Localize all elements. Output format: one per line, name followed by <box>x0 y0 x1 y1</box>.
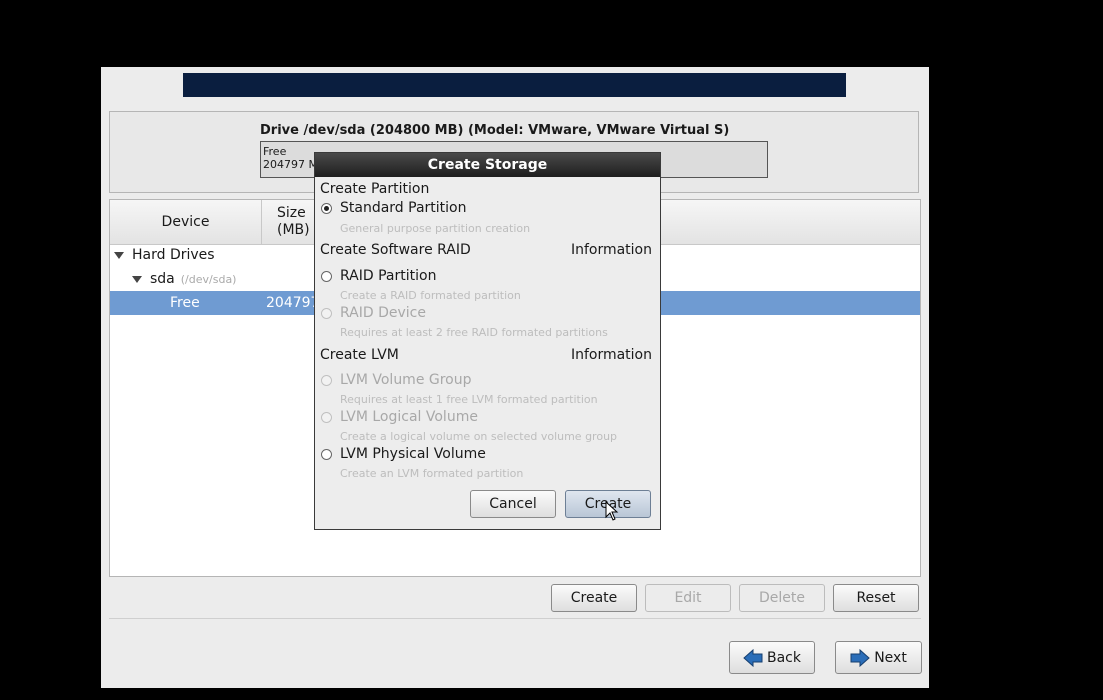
raid-information-label: Information <box>570 242 652 258</box>
tree-row-label: Free <box>170 295 200 311</box>
lvm-volume-group-desc: Requires at least 1 free LVM formated pa… <box>340 393 598 406</box>
lvm-information-label: Information <box>570 347 652 363</box>
radio-unchecked-icon[interactable] <box>321 448 332 460</box>
radio-raid-device[interactable]: RAID Device <box>321 305 426 321</box>
raid-partition-desc: Create a RAID formated partition <box>340 289 521 302</box>
radio-unchecked-icon[interactable] <box>321 270 332 282</box>
radio-lvm-physical-volume[interactable]: LVM Physical Volume <box>321 446 486 462</box>
lvm-logical-volume-desc: Create a logical volume on selected volu… <box>340 430 618 443</box>
section-create-partition: Create Partition <box>320 181 430 197</box>
mouse-pointer-icon <box>605 501 619 521</box>
radio-unchecked-icon[interactable] <box>321 374 332 386</box>
create-storage-dialog: Create Storage Create Partition Standard… <box>314 152 661 530</box>
radio-standard-partition[interactable]: Standard Partition <box>321 200 467 216</box>
radio-lvm-volume-group[interactable]: LVM Volume Group <box>321 372 472 388</box>
standard-partition-desc: General purpose partition creation <box>340 222 531 235</box>
radio-checked-icon[interactable] <box>321 202 332 214</box>
column-header-device[interactable]: Device <box>110 200 262 244</box>
drive-title: Drive /dev/sda (204800 MB) (Model: VMwar… <box>260 123 730 138</box>
create-button[interactable]: Create <box>551 584 637 612</box>
tree-row-label: Hard Drives <box>132 247 215 263</box>
radio-unchecked-icon[interactable] <box>321 307 332 319</box>
arrow-left-icon <box>743 648 763 667</box>
back-button[interactable]: Back <box>729 641 815 674</box>
expander-down-icon[interactable] <box>132 275 142 283</box>
raid-device-desc: Requires at least 2 free RAID formated p… <box>340 326 608 339</box>
header-banner <box>183 73 846 97</box>
next-button[interactable]: Next <box>835 641 922 674</box>
radio-lvm-logical-volume[interactable]: LVM Logical Volume <box>321 409 478 425</box>
tree-row-path: (/dev/sda) <box>180 272 237 286</box>
back-label: Back <box>767 649 801 666</box>
dialog-title: Create Storage <box>315 153 660 177</box>
reset-button[interactable]: Reset <box>833 584 919 612</box>
arrow-right-icon <box>850 648 870 667</box>
section-create-software-raid: Create Software RAID <box>320 242 471 258</box>
radio-unchecked-icon[interactable] <box>321 411 332 423</box>
lvm-physical-volume-desc: Create an LVM formated partition <box>340 467 524 480</box>
dialog-cancel-button[interactable]: Cancel <box>470 490 556 518</box>
expander-down-icon[interactable] <box>114 251 124 259</box>
next-label: Next <box>874 649 907 666</box>
radio-raid-partition[interactable]: RAID Partition <box>321 268 436 284</box>
delete-button[interactable]: Delete <box>739 584 825 612</box>
tree-row-label: sda <box>150 271 175 287</box>
divider <box>109 618 921 619</box>
tree-row-size: 204797 <box>266 295 320 311</box>
section-create-lvm: Create LVM <box>320 347 399 363</box>
edit-button[interactable]: Edit <box>645 584 731 612</box>
column-header-size[interactable]: Size (MB) <box>277 205 310 239</box>
